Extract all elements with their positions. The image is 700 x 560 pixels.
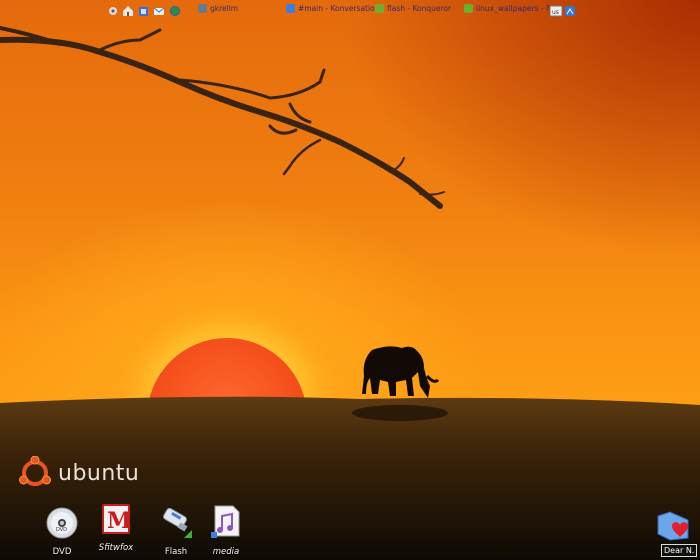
task-label: gkrellm xyxy=(210,3,239,13)
heart-folder-icon xyxy=(657,511,689,541)
mail-red-m-icon: M xyxy=(102,504,131,534)
mail-icon[interactable] xyxy=(153,7,165,15)
task-label: #main - Konversation xyxy=(298,3,380,13)
gear-icon[interactable] xyxy=(109,7,117,15)
home-icon[interactable] xyxy=(123,6,133,16)
konversation-icon xyxy=(286,3,295,13)
usb-flash-drive-icon xyxy=(163,507,192,538)
ubuntu-logo: ubuntu xyxy=(18,456,139,490)
desktop-icon-label: media xyxy=(212,547,240,557)
desktop-icon-dear-n[interactable] xyxy=(656,508,692,546)
dvd-disc-icon: DVD xyxy=(46,507,78,539)
file-manager-icon[interactable] xyxy=(139,7,148,16)
ubuntu-circle-of-friends-icon xyxy=(19,456,51,486)
svg-text:DVD: DVD xyxy=(56,527,67,533)
task-konversation[interactable]: #main - Konversation xyxy=(286,2,379,14)
gkrellm-icon xyxy=(198,3,207,13)
task-label: flash - Konqueror xyxy=(387,3,452,13)
konqueror-icon xyxy=(375,3,384,13)
top-panel: gkrellm #main - Konversation flash - Kon… xyxy=(0,0,700,17)
ubuntu-logo-text: ubuntu xyxy=(58,460,140,486)
desktop-icon-label: DVD xyxy=(52,547,72,557)
svg-text:us: us xyxy=(552,9,559,16)
folder-icon xyxy=(464,3,473,13)
task-label: linux_wallpapers - F xyxy=(476,3,551,13)
task-gkrellm[interactable]: gkrellm xyxy=(198,2,238,14)
browser-globe-icon[interactable] xyxy=(170,6,180,16)
desktop-icon-sfitwfox[interactable]: M Sfitwfox xyxy=(86,502,146,553)
desktop-icon-dvd[interactable]: DVD DVD xyxy=(32,506,92,557)
svg-text:M: M xyxy=(107,508,131,534)
task-folder[interactable]: linux_wallpapers - F xyxy=(464,2,550,14)
desktop-icon-label: Sfitwfox xyxy=(98,543,134,553)
media-file-icon xyxy=(211,505,240,538)
system-tray-icon[interactable] xyxy=(565,6,575,16)
dear-n-label: Dear N. xyxy=(661,544,698,557)
system-tray: us xyxy=(549,2,578,17)
keyboard-icon[interactable]: us xyxy=(549,5,563,17)
desktop-icon-media[interactable]: media xyxy=(196,504,256,557)
quick-launch xyxy=(108,2,188,16)
task-konqueror[interactable]: flash - Konqueror xyxy=(375,2,451,14)
